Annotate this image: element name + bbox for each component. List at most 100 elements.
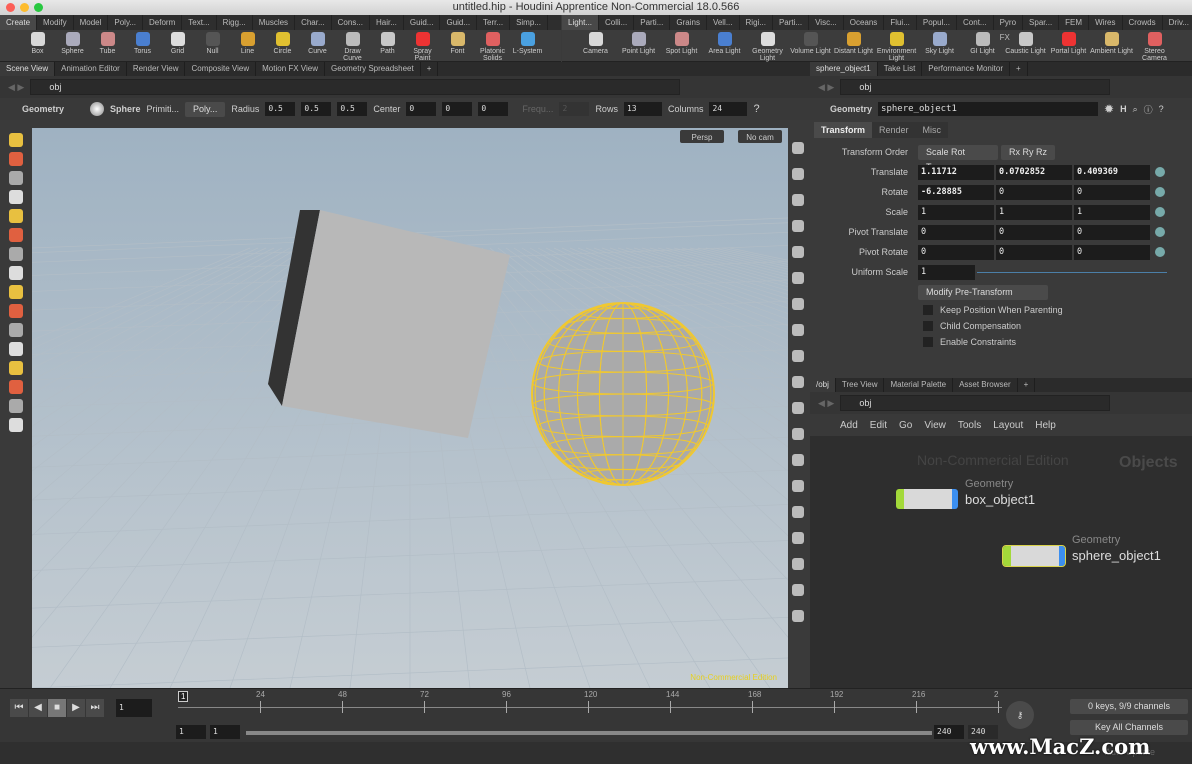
shelf-tool-sky-light[interactable]: Sky Light: [918, 30, 961, 62]
pane-tab[interactable]: Take List: [878, 62, 923, 76]
param-field[interactable]: 0: [1074, 184, 1150, 200]
shelf-tab[interactable]: Grains: [670, 15, 707, 30]
shelf-tool-area-light[interactable]: Area Light: [703, 30, 746, 62]
shelf-tool-l-system[interactable]: L-System: [510, 30, 545, 62]
param-tab-transform[interactable]: Transform: [814, 122, 873, 138]
pane-tab[interactable]: Animation Editor: [55, 62, 127, 76]
uniform-scale-field[interactable]: 1: [918, 264, 975, 280]
no-cam-menu[interactable]: No cam: [746, 133, 774, 142]
snap-icon[interactable]: [792, 324, 804, 336]
magnet-icon[interactable]: [9, 323, 23, 337]
info-icon[interactable]: ⓘ: [1144, 103, 1153, 116]
primitive-type-select[interactable]: Poly...: [185, 101, 226, 117]
move-icon[interactable]: [9, 152, 23, 166]
network-menu-view[interactable]: View: [924, 420, 946, 431]
shelf-tool-circle[interactable]: Circle: [265, 30, 300, 62]
param-tab-misc[interactable]: Misc: [915, 122, 949, 138]
handle-icon[interactable]: [1155, 207, 1165, 217]
shelf-tab[interactable]: Spar...: [1023, 15, 1060, 30]
view-icon[interactable]: [9, 361, 23, 375]
shelf-tab[interactable]: Hair...: [370, 15, 404, 30]
layout-icon[interactable]: [792, 610, 804, 622]
rotate-icon[interactable]: [9, 171, 23, 185]
timeline-ruler[interactable]: 1 24 48 72 96 120 144 168 192 216 2: [178, 689, 1002, 719]
shelf-tab[interactable]: Pyro FX: [994, 15, 1024, 42]
play-reverse-button[interactable]: ◀: [29, 699, 47, 717]
pose-icon[interactable]: [9, 209, 23, 223]
param-field[interactable]: 1: [1074, 204, 1150, 220]
vertex-icon[interactable]: [792, 428, 804, 440]
normal-icon[interactable]: [792, 376, 804, 388]
lock-icon[interactable]: [792, 194, 804, 206]
add-tab-button[interactable]: +: [1018, 378, 1036, 392]
shelf-tab[interactable]: Light...: [562, 15, 600, 30]
shelf-tab[interactable]: Deform: [143, 15, 183, 30]
play-button[interactable]: ▶: [67, 699, 85, 717]
shelf-tool-geometry-light[interactable]: Geometry Light: [746, 30, 789, 62]
jump-end-button[interactable]: ⏭: [86, 699, 104, 717]
pane-tab[interactable]: Motion FX View: [256, 62, 325, 76]
shelf-tool-stereo-camera[interactable]: Stereo Camera: [1133, 30, 1176, 62]
transform-order-select[interactable]: Scale Rot Trans: [918, 144, 998, 172]
image-icon[interactable]: [792, 532, 804, 544]
paint-icon[interactable]: [9, 266, 23, 280]
shelf-tool-curve[interactable]: Curve: [300, 30, 335, 62]
shelf-tab[interactable]: Parti...: [634, 15, 671, 30]
shelf-tab[interactable]: Wires: [1089, 15, 1123, 30]
shelf-tool-tube[interactable]: Tube: [90, 30, 125, 62]
param-path-field[interactable]: obj: [840, 79, 1111, 95]
param-field[interactable]: 0: [918, 224, 994, 240]
shelf-tab[interactable]: Crowds: [1123, 15, 1163, 30]
shelf-tool-environment-light[interactable]: Environment Light: [875, 30, 918, 62]
handle-icon[interactable]: [1155, 167, 1165, 177]
shelf-tab[interactable]: Popul...: [917, 15, 958, 30]
shade-icon[interactable]: [792, 272, 804, 284]
network-menu-go[interactable]: Go: [899, 420, 912, 431]
pane-tab[interactable]: /obj: [810, 378, 836, 392]
shelf-tool-caustic-light[interactable]: Caustic Light: [1004, 30, 1047, 62]
shelf-tab[interactable]: Oceans: [844, 15, 885, 30]
grid-icon[interactable]: [792, 480, 804, 492]
wire-icon[interactable]: [792, 168, 804, 180]
shelf-tool-portal-light[interactable]: Portal Light: [1047, 30, 1090, 62]
shelf-tool-null[interactable]: Null: [195, 30, 230, 62]
shelf-tab[interactable]: Poly...: [108, 15, 144, 30]
shelf-tab[interactable]: Modify: [37, 15, 74, 30]
modify-pre-transform-menu[interactable]: Modify Pre-Transform: [918, 284, 1048, 300]
start-frame-field[interactable]: 1: [176, 725, 206, 739]
radius-y[interactable]: 0.5: [301, 102, 332, 116]
light-icon[interactable]: [792, 246, 804, 258]
shelf-tab[interactable]: Visc...: [809, 15, 844, 30]
camera-menu[interactable]: Persp: [692, 133, 713, 142]
shelf-tool-draw-curve[interactable]: Draw Curve: [335, 30, 370, 62]
checkbox-keep-position-when-parenting[interactable]: Keep Position When Parenting: [810, 302, 1192, 318]
shelf-tab[interactable]: Create: [0, 15, 38, 30]
camera-icon[interactable]: [9, 399, 23, 413]
param-field[interactable]: 0: [918, 244, 994, 260]
playback-end-field[interactable]: 240: [934, 725, 964, 739]
node-sphere-object1[interactable]: [1002, 545, 1066, 567]
param-field[interactable]: 0: [996, 224, 1072, 240]
param-field[interactable]: 0: [996, 244, 1072, 260]
shelf-tab[interactable]: Guid...: [440, 15, 478, 30]
shelf-tab[interactable]: Cons...: [332, 15, 370, 30]
radius-z[interactable]: 0.5: [337, 102, 368, 116]
info-icon[interactable]: [792, 584, 804, 596]
node-name[interactable]: box_object1: [965, 492, 1035, 507]
center-y[interactable]: 0: [442, 102, 473, 116]
center-x[interactable]: 0: [406, 102, 437, 116]
shelf-tool-ambient-light[interactable]: Ambient Light: [1090, 30, 1133, 62]
shelf-tab[interactable]: Char...: [295, 15, 332, 30]
h-icon[interactable]: H: [1120, 104, 1127, 114]
pane-tab[interactable]: Performance Monitor: [922, 62, 1010, 76]
point-icon[interactable]: [792, 350, 804, 362]
param-tab-render[interactable]: Render: [872, 122, 916, 138]
checkbox-box[interactable]: [923, 321, 933, 331]
param-field[interactable]: 0: [996, 184, 1072, 200]
pane-tab[interactable]: Composite View: [185, 62, 257, 76]
shelf-tool-sphere[interactable]: Sphere: [55, 30, 90, 62]
shelf-tab[interactable]: Model: [74, 15, 109, 30]
param-field[interactable]: 0.409369: [1074, 164, 1150, 180]
add-tab-button[interactable]: +: [1010, 62, 1028, 76]
help-icon[interactable]: ?: [1159, 104, 1164, 114]
